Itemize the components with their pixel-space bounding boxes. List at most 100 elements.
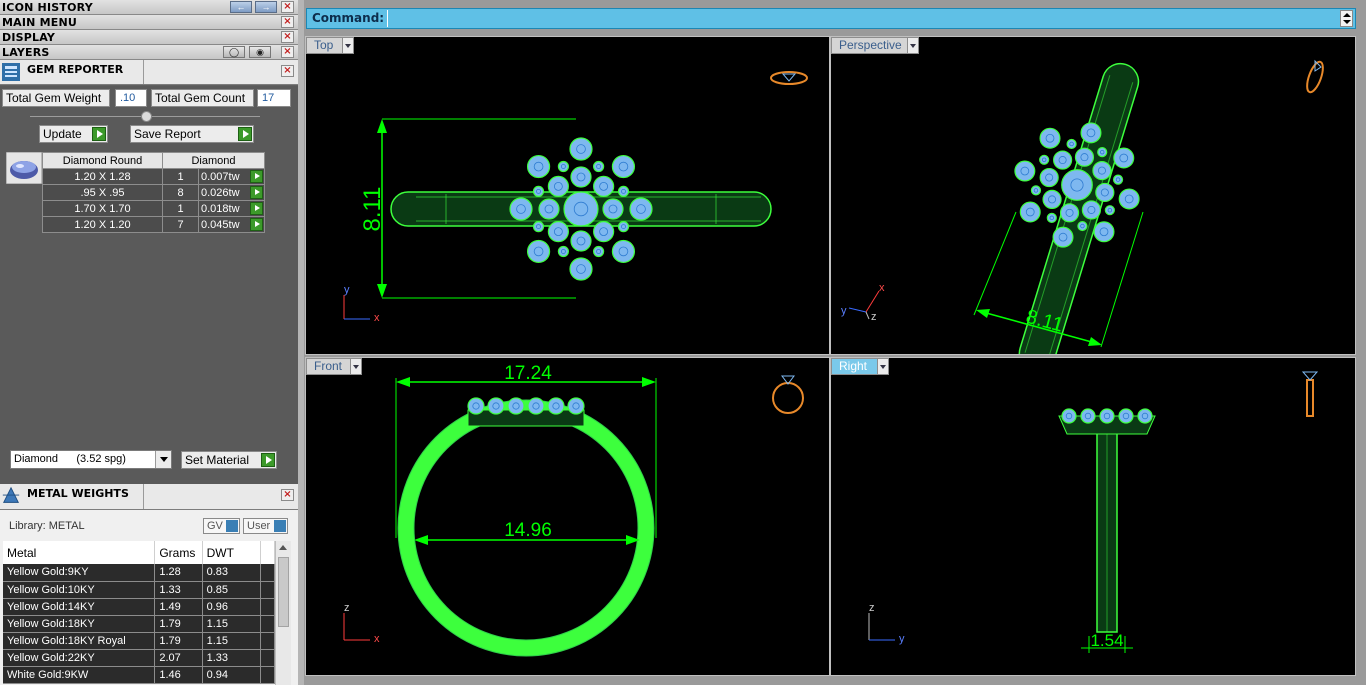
table-row[interactable]: White Gold:9KW 1.46 0.94 xyxy=(3,666,276,684)
table-row[interactable]: 1.70 X 1.70 1 0.018tw xyxy=(42,200,265,217)
metal-metal: Yellow Gold:22KY xyxy=(3,649,156,667)
total-gem-count-value: 17 xyxy=(257,89,291,107)
axis-label: x xyxy=(879,282,885,294)
gem-col-shape: Diamond Round xyxy=(42,152,163,169)
gv-button[interactable]: GV xyxy=(203,518,240,534)
set-material-label: Set Material xyxy=(185,453,250,467)
ring-orientation-icon xyxy=(770,71,808,85)
scrollbar[interactable] xyxy=(275,541,291,685)
gem-count: 8 xyxy=(162,184,199,201)
go-arrow-icon[interactable] xyxy=(250,170,263,183)
metal-grams: 1.79 xyxy=(154,632,203,650)
scroll-thumb[interactable] xyxy=(278,557,289,627)
metal-dwt: 0.94 xyxy=(202,666,261,684)
axis-label: z xyxy=(871,311,877,323)
layers-bar[interactable]: LAYERS ◯ ◉ × xyxy=(0,45,298,60)
metal-col-header: Metal xyxy=(3,541,156,564)
close-icon[interactable]: × xyxy=(281,65,294,77)
command-scroll-icon[interactable] xyxy=(1340,10,1353,27)
go-arrow-icon[interactable] xyxy=(250,218,263,231)
set-material-button[interactable]: Set Material xyxy=(181,451,277,469)
table-row[interactable]: Yellow Gold:18KY Royal 1.79 1.15 xyxy=(3,632,276,650)
right-view-drawing: 1.54 z y xyxy=(868,371,1319,653)
perspective-view-drawing: 8.11 x y z xyxy=(841,59,1324,354)
gem-weight: 0.045tw xyxy=(201,218,240,231)
user-button[interactable]: User xyxy=(243,518,288,534)
table-row[interactable]: Yellow Gold:10KY 1.33 0.85 xyxy=(3,581,276,599)
close-icon[interactable]: × xyxy=(281,31,294,43)
metal-metal: White Gold:9KW xyxy=(3,666,156,684)
front-outer-dimension: 17.24 xyxy=(504,363,552,384)
gem-cluster xyxy=(509,137,653,281)
table-row[interactable]: Yellow Gold:9KY 1.28 0.83 xyxy=(3,564,276,582)
top-view-drawing: 8.11 y x xyxy=(343,71,808,324)
go-arrow-icon xyxy=(238,127,252,141)
total-gem-count-label: Total Gem Count xyxy=(151,89,254,107)
icon-history-label: ICON HISTORY xyxy=(2,1,93,14)
main-menu-bar[interactable]: MAIN MENU × xyxy=(0,15,298,30)
close-icon[interactable]: × xyxy=(281,16,294,28)
viewport-right[interactable]: Right 1.54 z y xyxy=(830,357,1356,676)
right-dimension: 1.54 xyxy=(1090,631,1123,650)
back-arrow-icon[interactable]: ← xyxy=(230,1,252,13)
panel-splitter[interactable] xyxy=(298,0,304,685)
command-label: Command: xyxy=(312,11,385,25)
splitter-handle[interactable] xyxy=(141,111,152,122)
metal-metal: Yellow Gold:9KY xyxy=(3,564,156,582)
metal-grams: 1.46 xyxy=(154,666,203,684)
eye-icon[interactable]: ◉ xyxy=(249,46,271,58)
gem-weight: 0.026tw xyxy=(201,186,240,199)
metal-grams: 1.28 xyxy=(154,564,203,582)
gem-table: Diamond Round Diamond 1.20 X 1.28 1 0.00… xyxy=(42,152,265,233)
viewport-top[interactable]: Top 8.11 y x xyxy=(305,36,830,355)
gem-size: 1.20 X 1.28 xyxy=(42,168,163,185)
gem-weight: 0.018tw xyxy=(201,202,240,215)
metal-weights-header: METAL WEIGHTS × xyxy=(0,484,298,510)
viewport-front[interactable]: Front 17.24 14.96 z x xyxy=(305,357,830,676)
axis-label: y xyxy=(841,305,847,317)
forward-arrow-icon[interactable]: → xyxy=(255,1,277,13)
display-label: DISPLAY xyxy=(2,31,56,44)
gem-size: .95 X .95 xyxy=(42,184,163,201)
chevron-down-icon[interactable] xyxy=(155,451,171,468)
metal-grams: 1.49 xyxy=(154,598,203,616)
ring-orientation-icon xyxy=(1306,59,1324,94)
table-row[interactable]: 1.20 X 1.28 1 0.007tw xyxy=(42,168,265,185)
info-icon xyxy=(226,520,238,532)
front-view-drawing: 17.24 14.96 z x xyxy=(343,363,804,657)
main-menu-label: MAIN MENU xyxy=(2,16,77,29)
axis-label: y xyxy=(899,633,905,645)
table-row[interactable]: 1.20 X 1.20 7 0.045tw xyxy=(42,216,265,233)
table-row[interactable]: Yellow Gold:18KY 1.79 1.15 xyxy=(3,615,276,633)
save-report-button[interactable]: Save Report xyxy=(130,125,254,143)
gem-count: 1 xyxy=(162,168,199,185)
info-icon xyxy=(274,520,286,532)
gem-count: 7 xyxy=(162,216,199,233)
table-row[interactable]: .95 X .95 8 0.026tw xyxy=(42,184,265,201)
scroll-up-icon[interactable] xyxy=(279,545,287,550)
viewport-perspective[interactable]: Perspective 8.11 x y z xyxy=(830,36,1356,355)
metal-metal: Yellow Gold:10KY xyxy=(3,581,156,599)
update-button[interactable]: Update xyxy=(39,125,108,143)
table-row[interactable]: Yellow Gold:22KY 2.07 1.33 xyxy=(3,649,276,667)
library-label: Library: METAL xyxy=(9,520,85,532)
material-select-value: Diamond (3.52 spg) xyxy=(14,453,126,465)
close-icon[interactable]: × xyxy=(281,489,294,501)
material-select[interactable]: Diamond (3.52 spg) xyxy=(10,450,172,469)
layers-label: LAYERS xyxy=(2,46,50,59)
table-row[interactable]: Yellow Gold:14KY 1.49 0.96 xyxy=(3,598,276,616)
go-arrow-icon[interactable] xyxy=(250,202,263,215)
command-bar[interactable]: Command: xyxy=(306,8,1356,29)
layer-hide-icon[interactable]: ◯ xyxy=(223,46,245,58)
close-icon[interactable]: × xyxy=(281,46,294,58)
display-bar[interactable]: DISPLAY × xyxy=(0,30,298,45)
metal-dwt: 0.96 xyxy=(202,598,261,616)
metal-dwt: 1.33 xyxy=(202,649,261,667)
metal-grams: 2.07 xyxy=(154,649,203,667)
user-label: User xyxy=(247,520,271,532)
icon-history-bar[interactable]: ICON HISTORY ← → × xyxy=(0,0,298,15)
metal-weights-title: METAL WEIGHTS xyxy=(27,487,129,500)
close-icon[interactable]: × xyxy=(281,1,294,13)
round-diamond-icon xyxy=(6,152,42,184)
go-arrow-icon[interactable] xyxy=(250,186,263,199)
